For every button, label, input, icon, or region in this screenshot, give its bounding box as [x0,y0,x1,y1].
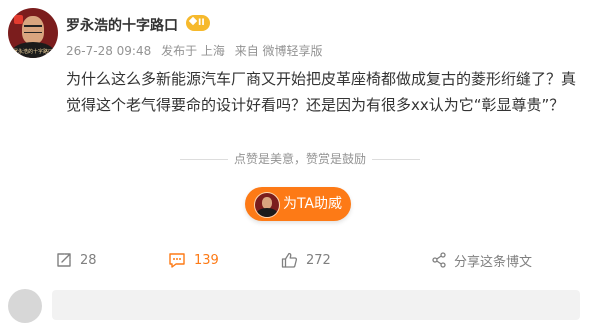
share-label: 分享这条博文 [454,254,533,270]
share-button[interactable]: 分享这条博文 [432,240,532,280]
repost-icon [57,253,71,267]
badge-level: II [198,18,205,28]
post-content: 为什么这么多新能源汽车厂商又开始把皮革座椅都做成复古的菱形绗缝了？真觉得这个老气… [66,70,577,114]
share-icon [432,252,446,268]
commenter-avatar[interactable] [8,289,42,323]
post-location: 发布于 上海 [161,44,225,58]
comment-count: 139 [194,252,219,268]
action-bar: 28 139 272 分享这条博文 [0,240,600,280]
post-time[interactable]: 26-7-28 09:48 [66,44,151,58]
post-meta: 26-7-28 09:48 发布于 上海 来自 微博轻享版 [66,42,329,59]
post-source[interactable]: 来自 微博轻享版 [235,44,323,58]
tip-button[interactable]: 为TA助威 [245,187,351,221]
avatar-corner-mark [14,15,23,24]
thumbs-up-icon [281,252,298,268]
encourage-line: 点赞是美意，赞赏是鼓励 [0,150,600,167]
tip-avatar [254,192,280,218]
divider-left [179,159,228,160]
comment-icon [169,253,185,268]
like-count: 272 [306,252,331,268]
tip-avatar-shirt [257,208,277,217]
author-avatar[interactable]: 罗永浩的十字路口 [8,8,58,58]
avatar-glasses [24,25,42,33]
comment-input[interactable] [52,290,580,320]
comment-button[interactable]: 139 [168,240,219,280]
author-name[interactable]: 罗永浩的十字路口 [66,15,178,35]
avatar-sign-text: 罗永浩的十字路口 [12,49,53,55]
like-button[interactable]: 272 [281,240,331,280]
repost-button[interactable]: 28 [56,240,97,280]
encourage-text: 点赞是美意，赞赏是鼓励 [233,152,366,166]
divider-right [372,159,420,160]
tip-button-label: 为TA助威 [283,196,343,212]
crown-badge-icon[interactable]: II [186,15,210,31]
repost-count: 28 [80,252,97,268]
